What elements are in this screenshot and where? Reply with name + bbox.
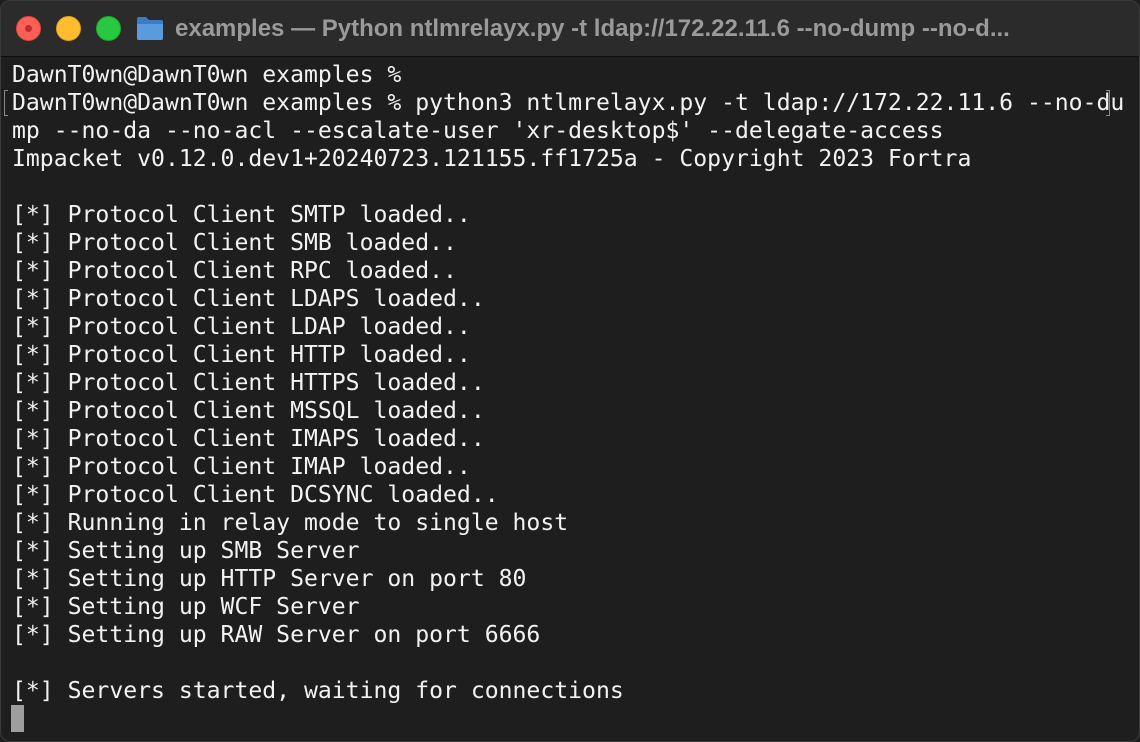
terminal-window: examples — Python ntlmrelayx.py -t ldap:… bbox=[0, 0, 1140, 742]
terminal-line: [*] Protocol Client IMAPS loaded.. bbox=[12, 426, 485, 452]
terminal-line: mp --no-da --no-acl --escalate-user 'xr-… bbox=[12, 118, 944, 144]
title-bar[interactable]: examples — Python ntlmrelayx.py -t ldap:… bbox=[1, 1, 1139, 57]
terminal-line: [*] Protocol Client HTTP loaded.. bbox=[12, 342, 471, 368]
terminal-line: [*] Protocol Client SMB loaded.. bbox=[12, 230, 457, 256]
terminal-line: [*] Setting up RAW Server on port 6666 bbox=[12, 622, 541, 648]
zoom-button[interactable] bbox=[96, 16, 121, 41]
terminal-line: [*] Protocol Client RPC loaded.. bbox=[12, 258, 457, 284]
terminal-line: DawnT0wn@DawnT0wn examples % bbox=[12, 62, 402, 88]
terminal-line: [*] Setting up SMB Server bbox=[12, 538, 360, 564]
terminal-line: DawnT0wn@DawnT0wn examples % python3 ntl… bbox=[12, 90, 1125, 116]
terminal-line: [*] Running in relay mode to single host bbox=[12, 510, 569, 536]
terminal-line: [*] Protocol Client DCSYNC loaded.. bbox=[12, 482, 499, 508]
terminal-line: Impacket v0.12.0.dev1+20240723.121155.ff… bbox=[12, 146, 972, 172]
terminal-line: [*] Protocol Client LDAPS loaded.. bbox=[12, 286, 485, 312]
terminal-line: [*] Protocol Client MSSQL loaded.. bbox=[12, 398, 485, 424]
folder-icon bbox=[137, 17, 163, 40]
terminal-line: [*] Protocol Client HTTPS loaded.. bbox=[12, 370, 485, 396]
minimize-button[interactable] bbox=[56, 16, 81, 41]
terminal-line: [*] Setting up HTTP Server on port 80 bbox=[12, 566, 527, 592]
close-button[interactable] bbox=[16, 16, 41, 41]
terminal-line: [*] Protocol Client SMTP loaded.. bbox=[12, 202, 471, 228]
terminal-line: [*] Protocol Client IMAP loaded.. bbox=[12, 454, 471, 480]
terminal-output[interactable]: DawnT0wn@DawnT0wn examples % DawnT0wn@Da… bbox=[1, 59, 1139, 741]
terminal-line: [*] Servers started, waiting for connect… bbox=[12, 678, 624, 704]
terminal-cursor bbox=[11, 705, 24, 732]
terminal-line: [*] Setting up WCF Server bbox=[12, 594, 360, 620]
terminal-line: [*] Protocol Client LDAP loaded.. bbox=[12, 314, 471, 340]
window-title: examples — Python ntlmrelayx.py -t ldap:… bbox=[175, 15, 1010, 42]
